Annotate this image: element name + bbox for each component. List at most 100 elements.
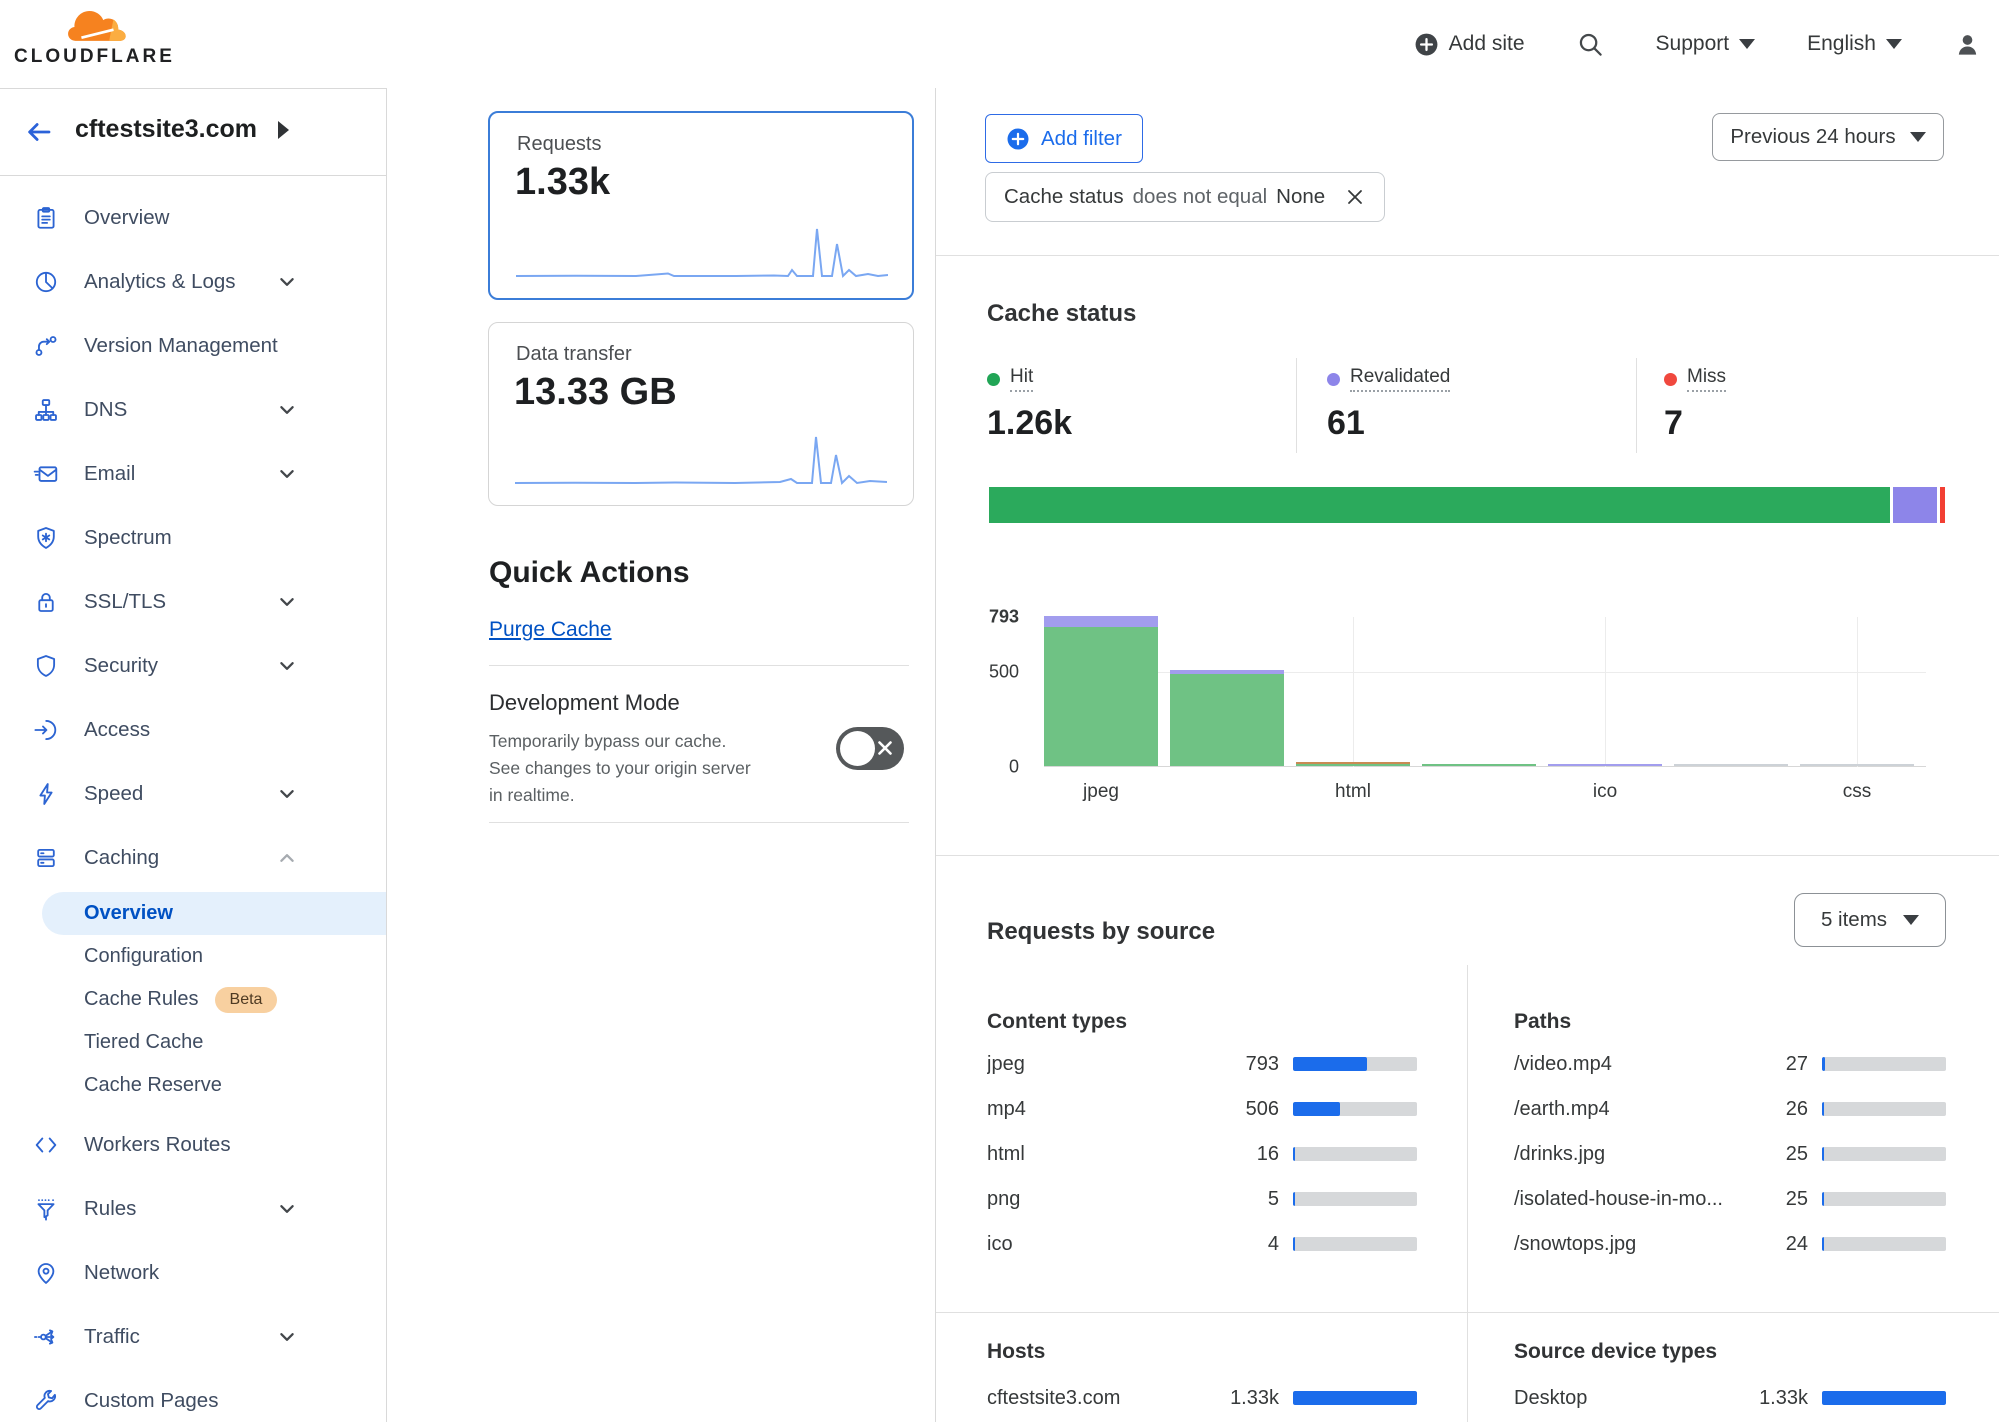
sidebar-item-label: Traffic — [84, 1325, 140, 1349]
sidebar-item-spectrum[interactable]: Spectrum — [0, 506, 386, 570]
stat-revalidated: Revalidated 61 — [1327, 366, 1450, 443]
workers-icon — [33, 1132, 59, 1158]
topbar-actions: Add site Support English — [1414, 0, 1981, 88]
requests-value: 1.33k — [515, 161, 610, 204]
y-axis-tick: 793 — [989, 607, 1019, 628]
time-range-dropdown[interactable]: Previous 24 hours — [1712, 113, 1944, 161]
sidebar-item-label: Workers Routes — [84, 1133, 231, 1157]
sidebar-item-label: Security — [84, 654, 158, 678]
miss-label[interactable]: Miss — [1687, 366, 1726, 392]
sidebar-subitem-configuration[interactable]: Configuration — [0, 935, 386, 978]
paths-list: /video.mp427/earth.mp426/drinks.jpg25/is… — [1514, 1050, 1946, 1275]
sidebar: cftestsite3.com OverviewAnalytics & Logs… — [0, 88, 387, 1422]
development-mode-toggle[interactable] — [836, 727, 904, 770]
cloudflare-cloud-icon — [67, 6, 131, 48]
user-icon[interactable] — [1954, 31, 1981, 58]
items-count-value: 5 items — [1821, 908, 1887, 932]
dns-icon — [33, 397, 59, 423]
hit-label[interactable]: Hit — [1010, 366, 1033, 392]
hit-dot-icon — [987, 373, 1000, 386]
sidebar-item-access[interactable]: Access — [0, 698, 386, 762]
purge-cache-link[interactable]: Purge Cache — [489, 618, 612, 642]
chart-bar-png — [1422, 764, 1536, 766]
divider — [936, 255, 1999, 256]
row-progress-fill — [1293, 1102, 1340, 1116]
row-label: png — [987, 1188, 1199, 1211]
toggle-knob — [840, 731, 875, 766]
row-progress-bar — [1822, 1102, 1946, 1116]
sidebar-item-caching[interactable]: Caching — [0, 826, 386, 890]
bar-segment-other — [1800, 764, 1914, 766]
row-value: 1.33k — [1728, 1387, 1808, 1410]
row-progress-bar — [1293, 1057, 1417, 1071]
chart-bar-html — [1296, 762, 1410, 766]
cloudflare-logo[interactable]: CLOUDFLARE — [14, 6, 184, 68]
data-transfer-metric-card[interactable]: Data transfer 13.33 GB — [488, 322, 914, 506]
row-progress-bar — [1822, 1147, 1946, 1161]
add-filter-label: Add filter — [1041, 127, 1122, 151]
back-arrow-icon[interactable] — [24, 117, 54, 152]
sidebar-subitem-tiered-cache[interactable]: Tiered Cache — [0, 1021, 386, 1064]
chart-bar-mp4 — [1170, 670, 1284, 766]
row-progress-bar — [1822, 1237, 1946, 1251]
add-filter-button[interactable]: Add filter — [985, 114, 1143, 163]
y-axis-tick: 500 — [989, 662, 1019, 683]
sidebar-item-version-management[interactable]: Version Management — [0, 314, 386, 378]
add-site-button[interactable]: Add site — [1414, 32, 1525, 57]
sidebar-item-rules[interactable]: Rules — [0, 1177, 386, 1241]
sidebar-item-ssl-tls[interactable]: SSL/TLS — [0, 570, 386, 634]
content-types-list: jpeg793mp4506html16png5ico4 — [987, 1050, 1417, 1275]
sidebar-item-custom-pages[interactable]: Custom Pages — [0, 1369, 386, 1422]
x-axis-tick: html — [1335, 781, 1371, 803]
sidebar-subitem-cache-rules[interactable]: Cache RulesBeta — [0, 978, 386, 1021]
site-name[interactable]: cftestsite3.com — [75, 115, 257, 144]
chart-bar-jpeg — [1044, 616, 1158, 766]
miss-dot-icon — [1664, 373, 1677, 386]
hosts-list: cftestsite3.com1.33k — [987, 1384, 1417, 1422]
remove-filter-icon[interactable] — [1344, 186, 1366, 208]
caret-down-icon — [1886, 39, 1902, 49]
filter-value: None — [1276, 185, 1325, 209]
language-menu[interactable]: English — [1807, 32, 1902, 56]
sidebar-item-overview[interactable]: Overview — [0, 186, 386, 250]
sidebar-item-workers-routes[interactable]: Workers Routes — [0, 1113, 386, 1177]
row-label: /drinks.jpg — [1514, 1143, 1728, 1166]
sidebar-item-email[interactable]: Email — [0, 442, 386, 506]
sidebar-nav: OverviewAnalytics & LogsVersion Manageme… — [0, 176, 386, 1422]
sidebar-item-security[interactable]: Security — [0, 634, 386, 698]
row-progress-fill — [1822, 1147, 1824, 1161]
sidebar-item-speed[interactable]: Speed — [0, 762, 386, 826]
requests-metric-card[interactable]: Requests 1.33k — [488, 111, 914, 300]
development-mode-title: Development Mode — [489, 690, 680, 716]
sidebar-item-label: Custom Pages — [84, 1389, 218, 1413]
sidebar-item-network[interactable]: Network — [0, 1241, 386, 1305]
site-switcher-caret-icon[interactable] — [278, 121, 289, 139]
plus-circle-icon — [1414, 32, 1439, 57]
time-range-value: Previous 24 hours — [1730, 125, 1895, 149]
search-icon[interactable] — [1577, 31, 1604, 58]
bar-segment-hit — [1044, 627, 1158, 766]
sidebar-item-dns[interactable]: DNS — [0, 378, 386, 442]
list-row-snowtops-jpg: /snowtops.jpg24 — [1514, 1230, 1946, 1258]
sidebar-item-analytics-logs[interactable]: Analytics & Logs — [0, 250, 386, 314]
cache-status-title: Cache status — [987, 300, 1136, 328]
support-menu[interactable]: Support — [1656, 32, 1756, 56]
row-value: 25 — [1728, 1188, 1808, 1211]
filter-chip[interactable]: Cache status does not equal None — [985, 172, 1385, 222]
distribution-segment-revalidated — [1893, 487, 1937, 523]
revalidated-label[interactable]: Revalidated — [1350, 366, 1450, 392]
sidebar-subitem-overview[interactable]: Overview — [42, 892, 386, 935]
rules-icon — [33, 1196, 59, 1222]
caret-down-icon — [1903, 915, 1919, 925]
sidebar-item-traffic[interactable]: Traffic — [0, 1305, 386, 1369]
chevron-down-icon — [278, 593, 296, 611]
row-label: Desktop — [1514, 1387, 1728, 1410]
sidebar-item-label: Spectrum — [84, 526, 172, 550]
row-label: mp4 — [987, 1098, 1199, 1121]
row-progress-fill — [1293, 1391, 1417, 1405]
items-count-dropdown[interactable]: 5 items — [1794, 893, 1946, 947]
sidebar-subitem-cache-reserve[interactable]: Cache Reserve — [0, 1064, 386, 1107]
row-value: 24 — [1728, 1233, 1808, 1256]
top-bar: CLOUDFLARE Add site Support English — [0, 0, 1999, 88]
row-progress-fill — [1293, 1192, 1295, 1206]
